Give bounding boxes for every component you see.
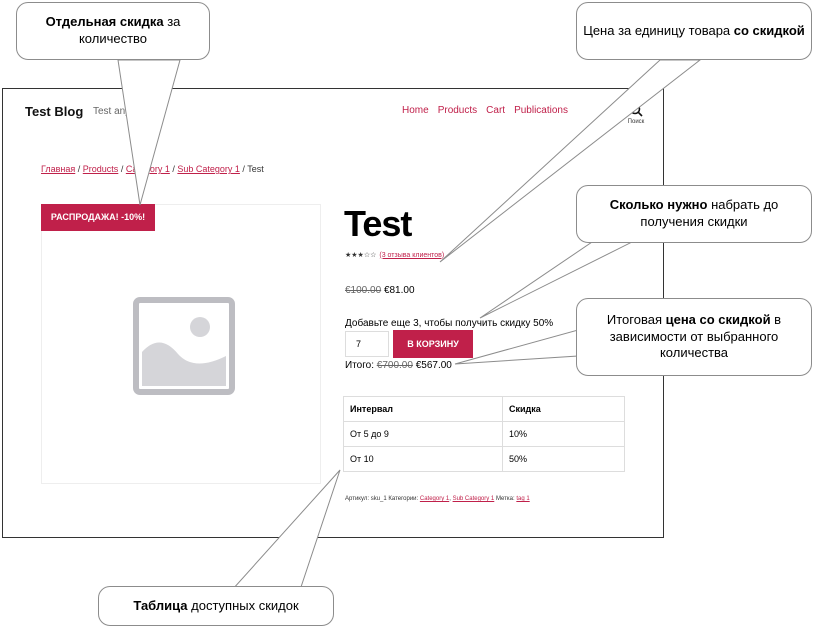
breadcrumb-category[interactable]: Category 1 — [126, 164, 170, 174]
callout-remaining: Сколько нужно набрать до получения скидк… — [576, 185, 812, 243]
breadcrumb-home[interactable]: Главная — [41, 164, 75, 174]
callout-bold: со скидкой — [733, 22, 805, 38]
quantity-input[interactable]: 7 — [345, 331, 389, 357]
total-label: Итого: — [345, 360, 374, 371]
meta-tag-label: Метка: — [495, 496, 515, 502]
table-header: Интервал — [343, 396, 503, 422]
nav-publications[interactable]: Publications — [514, 105, 568, 116]
rating-stars: ★★★☆☆ — [345, 252, 377, 259]
price-new: €81.00 — [383, 285, 415, 296]
discount-table: Интервал Скидка От 5 до 9 10% От 10 50% — [343, 396, 625, 472]
add-to-cart-button[interactable]: В КОРЗИНУ — [393, 330, 473, 358]
nav-products[interactable]: Products — [438, 105, 477, 116]
product-title: Test — [344, 203, 412, 244]
breadcrumb-current: Test — [247, 164, 264, 174]
search-label: Поиск — [627, 119, 645, 125]
callout-total-price: Итоговая цена со скидкой в зависимости о… — [576, 298, 812, 376]
table-header-row: Интервал Скидка — [343, 396, 625, 422]
breadcrumb: Главная / Products / Category 1 / Sub Ca… — [41, 164, 264, 174]
callout-bold: Сколько нужно — [609, 197, 708, 213]
search-button[interactable]: Поиск — [624, 103, 648, 125]
callout-discount-table: Таблица доступных скидок — [98, 586, 334, 626]
table-cell: От 5 до 9 — [343, 421, 503, 447]
meta-tag-link[interactable]: tag 1 — [516, 496, 529, 502]
meta-sku: Артикул: sku_1 Категории: — [345, 496, 419, 502]
discount-promo: Добавьте еще 3, чтобы получить скидку 50… — [345, 318, 554, 329]
callout-text: Цена за единицу товара — [583, 22, 734, 38]
product-price: €100.00 €81.00 — [345, 285, 415, 296]
callout-quantity-discount: Отдельная скидка за количество — [16, 2, 210, 60]
callout-text: Итоговая — [606, 311, 666, 327]
breadcrumb-products[interactable]: Products — [83, 164, 119, 174]
total-new: €567.00 — [415, 360, 452, 371]
site-title[interactable]: Test Blog — [25, 104, 83, 119]
total-old: €700.00 — [376, 360, 413, 371]
table-header: Скидка — [502, 396, 625, 422]
sale-badge: РАСПРОДАЖА! -10%! — [41, 204, 155, 231]
reviews-link[interactable]: (3 отзыва клиентов) — [379, 252, 444, 259]
table-row: От 10 50% — [343, 446, 625, 472]
image-placeholder-icon — [133, 297, 235, 395]
callout-text: доступных скидок — [187, 597, 299, 613]
nav-cart[interactable]: Cart — [486, 105, 505, 116]
site-tagline: Test anyth — [93, 106, 138, 117]
main-nav: Home Products Cart Publications — [402, 105, 568, 116]
meta-subcategory-link[interactable]: Sub Category 1 — [453, 496, 495, 502]
total-price: Итого: €700.00 €567.00 — [345, 360, 452, 371]
product-rating: ★★★☆☆ (3 отзыва клиентов) — [345, 251, 444, 260]
callout-bold: цена со скидкой — [665, 311, 771, 327]
breadcrumb-subcategory[interactable]: Sub Category 1 — [177, 164, 240, 174]
price-old: €100.00 — [345, 285, 382, 296]
table-row: От 5 до 9 10% — [343, 421, 625, 447]
product-meta: Артикул: sku_1 Категории: Category 1, Su… — [345, 496, 530, 502]
table-cell: 50% — [502, 446, 625, 472]
callout-bold: Отдельная скидка — [45, 14, 164, 30]
callout-bold: Таблица — [133, 597, 188, 613]
table-cell: От 10 — [343, 446, 503, 472]
callout-unit-price: Цена за единицу товара со скидкой — [576, 2, 812, 60]
nav-home[interactable]: Home — [402, 105, 429, 116]
search-icon — [629, 103, 643, 117]
meta-category-link[interactable]: Category 1 — [420, 496, 449, 502]
table-cell: 10% — [502, 421, 625, 447]
